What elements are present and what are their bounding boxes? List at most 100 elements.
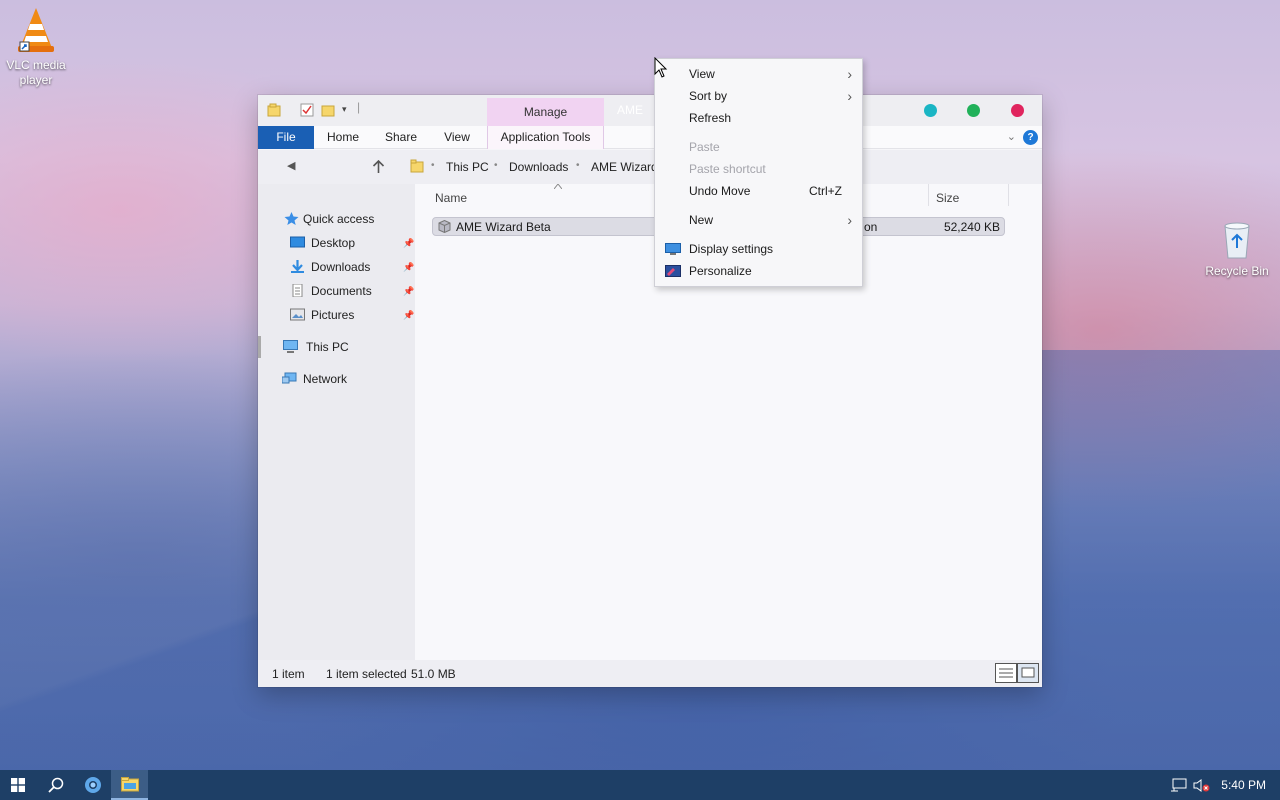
nav-downloads[interactable]: Downloads 📌 [258,256,415,278]
nav-this-pc[interactable]: This PC [258,336,415,358]
start-button[interactable] [0,770,37,800]
maximize-button[interactable] [967,104,980,117]
menu-item-undo-move[interactable]: Undo Move Ctrl+Z [655,180,862,202]
taskbar-browser[interactable] [74,770,111,800]
nav-quick-access[interactable]: Quick access [258,208,415,230]
column-divider [928,184,929,206]
breadcrumb-downloads[interactable]: Downloads [509,160,568,174]
nav-label: Downloads [311,260,371,274]
window-title: AME [617,103,644,117]
search-icon [48,777,64,793]
minimize-button[interactable] [924,104,937,117]
nav-label: This PC [306,340,349,354]
tab-view[interactable]: View [433,126,481,149]
column-header-size[interactable]: Size [936,191,959,205]
chevron-right-icon: › [847,212,852,228]
nav-network[interactable]: Network [258,368,415,390]
column-divider [1008,184,1009,206]
application-icon [438,220,451,233]
desktop-icon-label: Recycle Bin [1205,264,1269,278]
windows-icon [11,778,25,792]
tab-file[interactable]: File [258,126,314,149]
menu-item-refresh[interactable]: Refresh [655,107,862,129]
ribbon-expand-icon[interactable]: ⌄ [1007,130,1016,143]
ribbon-tabs: File Home Share View Application Tools ⌄… [258,126,1042,149]
pictures-icon [290,308,305,321]
nav-label: Quick access [303,212,375,226]
chevron-right-icon: › [847,66,852,82]
star-icon [284,212,299,225]
pin-icon[interactable]: 📌 [403,310,414,320]
clock[interactable]: 5:40 PM [1221,778,1266,792]
personalize-icon [665,265,681,277]
file-name: AME Wizard Beta [456,220,551,234]
tab-application-tools[interactable]: Application Tools [487,126,604,149]
folder-icon [410,159,424,173]
file-explorer-icon [121,777,139,792]
nav-label: Pictures [311,308,355,322]
breadcrumb-this-pc[interactable]: This PC [446,160,489,174]
taskbar: 5:40 PM [0,770,1280,800]
large-icons-view-icon[interactable] [1017,663,1039,683]
menu-item-paste: Paste [689,140,720,154]
status-bar: 1 item 1 item selected 51.0 MB [258,660,1042,687]
taskbar-file-explorer[interactable] [111,770,148,800]
nav-desktop[interactable]: Desktop 📌 [258,232,415,254]
desktop-icon-vlc[interactable]: VLC media player [0,6,72,88]
nav-pictures[interactable]: Pictures 📌 [258,304,415,326]
tab-manage[interactable]: Manage [487,98,604,126]
vlc-icon [18,8,54,52]
network-status-icon[interactable] [1170,778,1188,793]
download-icon [291,260,304,273]
volume-muted-icon[interactable] [1193,778,1211,793]
file-explorer-window: ▾ | Manage AME File Home Share View Appl… [258,95,1042,687]
back-arrow-icon[interactable]: ◀ [287,159,295,172]
desktop-icon-recycle-bin[interactable]: Recycle Bin [1201,220,1273,279]
document-icon [292,284,303,297]
nav-documents[interactable]: Documents 📌 [258,280,415,302]
mouse-cursor-icon [654,57,668,78]
chevron-right-icon: › [847,88,852,104]
desktop-icon-label: VLC media player [6,58,66,87]
help-icon[interactable]: ? [1023,130,1038,145]
quick-access-dropdown-icon[interactable]: ▾ [342,104,347,115]
up-arrow-icon[interactable] [372,160,385,174]
tab-home[interactable]: Home [318,126,368,149]
menu-item-sort-by[interactable]: Sort by › [655,85,862,107]
menu-item-personalize[interactable]: Personalize [655,260,862,282]
new-folder-icon[interactable] [321,103,335,117]
context-menu: View › Sort by › Refresh Paste Paste sho… [654,58,863,287]
pin-icon[interactable]: 📌 [403,286,414,296]
pin-icon[interactable]: 📌 [403,262,414,272]
tab-share[interactable]: Share [376,126,426,149]
properties-icon[interactable] [267,103,281,117]
menu-item-new[interactable]: New › [655,209,862,231]
menu-item-view[interactable]: View › [655,63,862,85]
menu-item-display-settings[interactable]: Display settings [655,238,862,260]
navigation-pane: Quick access Desktop 📌 Downloads 📌 Docum… [258,184,415,660]
sort-ascending-icon [554,184,562,189]
desktop-icon [290,236,305,248]
status-size: 51.0 MB [411,667,456,681]
shortcut-label: Ctrl+Z [809,184,842,198]
nav-label: Network [303,372,348,386]
status-item-count: 1 item [272,667,305,681]
nav-label: Documents [311,284,372,298]
menu-item-paste-shortcut: Paste shortcut [689,162,766,176]
pin-icon[interactable]: 📌 [403,238,414,248]
column-header-name[interactable]: Name [435,191,467,205]
nav-label: Desktop [311,236,356,250]
title-bar: ▾ | Manage AME [258,95,1042,126]
toolbar-divider: | [357,100,361,114]
status-selected: 1 item selected [326,667,407,681]
display-icon [665,243,681,255]
breadcrumb-ame-wizard[interactable]: AME Wizard [591,160,658,174]
file-size: 52,240 KB [943,220,1000,234]
network-icon [282,372,297,384]
details-view-icon[interactable] [995,663,1017,683]
close-button[interactable] [1011,104,1024,117]
checklist-icon[interactable] [300,103,314,117]
browser-icon [85,777,101,793]
search-button[interactable] [37,770,74,800]
recycle-bin-icon [1224,222,1250,259]
